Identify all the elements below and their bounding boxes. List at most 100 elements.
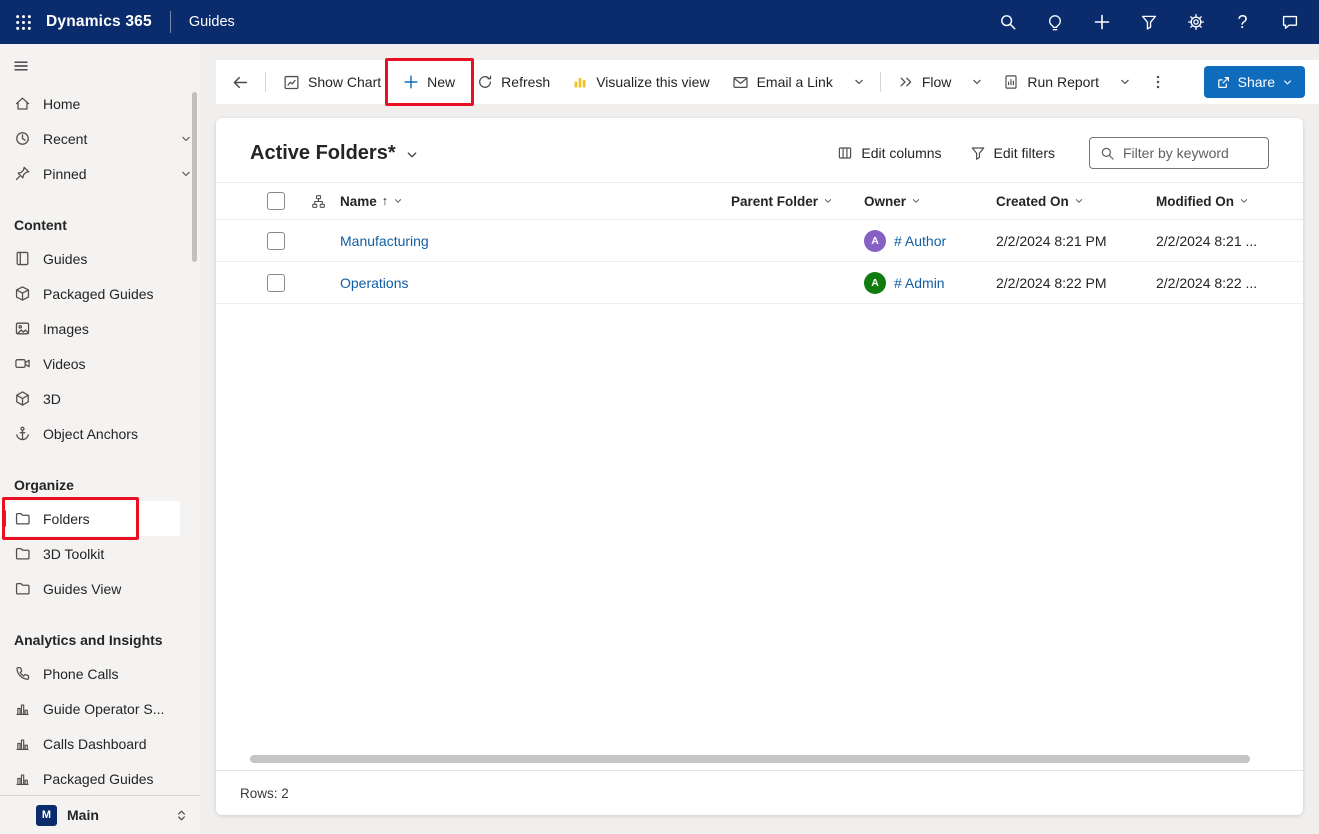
- search-icon: [999, 13, 1017, 31]
- view-selector[interactable]: Active Folders*: [250, 142, 419, 165]
- sidebar-item-3d-toolkit[interactable]: 3D Toolkit: [0, 536, 200, 571]
- collapse-sidebar-button[interactable]: [6, 52, 36, 80]
- table-row[interactable]: Manufacturing A # Author 2/2/2024 8:21 P…: [216, 220, 1303, 262]
- flow-button[interactable]: Flow: [888, 64, 962, 100]
- column-header-owner[interactable]: Owner: [864, 194, 996, 209]
- environment-picker[interactable]: M Main: [0, 795, 200, 834]
- bar-chart-icon: [14, 735, 31, 752]
- keyword-filter-input[interactable]: [1123, 145, 1258, 161]
- run-report-button[interactable]: Run Report: [993, 64, 1109, 100]
- edit-filters-button[interactable]: Edit filters: [970, 145, 1055, 161]
- filter-button[interactable]: [1125, 0, 1172, 44]
- email-link-label: Email a Link: [757, 74, 833, 90]
- chevron-down-icon: [823, 196, 833, 206]
- sidebar-item-guide-operator-sessions[interactable]: Guide Operator S...: [0, 691, 200, 726]
- guides-icon: [14, 250, 31, 267]
- horizontal-scrollbar-thumb[interactable]: [250, 755, 1250, 763]
- chevron-down-icon: [1282, 77, 1293, 88]
- edit-columns-button[interactable]: Edit columns: [837, 145, 941, 161]
- view-footer: Rows: 2: [216, 770, 1303, 815]
- record-link[interactable]: Manufacturing: [340, 233, 731, 249]
- folder-icon: [14, 545, 31, 562]
- owner-link[interactable]: # Author: [894, 233, 946, 249]
- feedback-button[interactable]: [1266, 0, 1313, 44]
- sidebar-item-3d[interactable]: 3D: [0, 381, 200, 416]
- cube-icon: [14, 390, 31, 407]
- sidebar-item-videos[interactable]: Videos: [0, 346, 200, 381]
- new-button[interactable]: New: [393, 64, 465, 100]
- package-box-icon: [14, 285, 31, 302]
- refresh-button[interactable]: Refresh: [467, 64, 560, 100]
- email-link-button[interactable]: Email a Link: [722, 64, 843, 100]
- search-button[interactable]: [984, 0, 1031, 44]
- funnel-icon: [970, 145, 986, 161]
- visualize-label: Visualize this view: [596, 74, 709, 90]
- view-header-actions: Edit columns Edit filters: [837, 137, 1269, 169]
- visualize-view-button[interactable]: Visualize this view: [562, 64, 719, 100]
- command-bar: Show Chart New Refresh Visualize this vi…: [216, 60, 1319, 104]
- modified-on-cell: 2/2/2024 8:22 ...: [1156, 275, 1303, 291]
- column-header-name[interactable]: Name ↑: [340, 194, 731, 209]
- lightbulb-icon: [1046, 13, 1064, 31]
- sidebar-item-guides-view[interactable]: Guides View: [0, 571, 200, 606]
- column-header-parent-folder[interactable]: Parent Folder: [731, 194, 864, 209]
- back-button[interactable]: [222, 64, 258, 100]
- sidebar-item-label: 3D Toolkit: [43, 546, 104, 562]
- app-name[interactable]: Dynamics 365: [46, 13, 152, 31]
- quick-create-button[interactable]: [1078, 0, 1125, 44]
- run-report-dropdown-button[interactable]: [1111, 64, 1139, 100]
- sidebar-item-calls-dashboard[interactable]: Calls Dashboard: [0, 726, 200, 761]
- row-checkbox[interactable]: [267, 274, 285, 292]
- main-content: Show Chart New Refresh Visualize this vi…: [200, 44, 1319, 834]
- funnel-icon: [1140, 13, 1158, 31]
- sidebar-item-packaged-guides-dashboard[interactable]: Packaged Guides: [0, 761, 200, 796]
- sidebar-item-pinned[interactable]: Pinned: [0, 156, 200, 191]
- sidebar-item-label: Packaged Guides: [43, 286, 154, 302]
- sidebar-scrollbar[interactable]: [192, 92, 197, 262]
- avatar: A: [864, 230, 886, 252]
- share-button[interactable]: Share: [1204, 66, 1305, 98]
- lightbulb-button[interactable]: [1031, 0, 1078, 44]
- show-chart-button[interactable]: Show Chart: [273, 64, 391, 100]
- sidebar-item-home[interactable]: Home: [0, 86, 200, 121]
- arrow-left-icon: [232, 74, 249, 91]
- sidebar-item-phone-calls[interactable]: Phone Calls: [0, 656, 200, 691]
- settings-button[interactable]: [1172, 0, 1219, 44]
- column-label: Created On: [996, 194, 1069, 209]
- power-bi-icon: [572, 74, 588, 90]
- select-all-checkbox[interactable]: [267, 192, 285, 210]
- sidebar-item-label: Recent: [43, 131, 87, 147]
- sidebar-item-object-anchors[interactable]: Object Anchors: [0, 416, 200, 451]
- column-header-created-on[interactable]: Created On: [996, 194, 1156, 209]
- sidebar-item-label: Folders: [43, 511, 90, 527]
- owner-link[interactable]: # Admin: [894, 275, 945, 291]
- sidebar-item-folders[interactable]: Folders: [0, 501, 180, 536]
- clock-icon: [14, 130, 31, 147]
- created-on-cell: 2/2/2024 8:21 PM: [996, 233, 1156, 249]
- sidebar-item-images[interactable]: Images: [0, 311, 200, 346]
- chevron-down-icon: [180, 168, 192, 180]
- sidebar-item-recent[interactable]: Recent: [0, 121, 200, 156]
- email-link-dropdown-button[interactable]: [845, 64, 873, 100]
- help-button[interactable]: ?: [1219, 0, 1266, 44]
- chevron-down-icon: [853, 76, 865, 88]
- sidebar-item-guides[interactable]: Guides: [0, 241, 200, 276]
- record-link[interactable]: Operations: [340, 275, 731, 291]
- chat-icon: [1281, 13, 1299, 31]
- bar-chart-icon: [14, 770, 31, 787]
- report-icon: [1003, 74, 1019, 90]
- envelope-icon: [732, 74, 749, 91]
- chevron-down-icon: [1239, 196, 1249, 206]
- more-commands-button[interactable]: [1141, 64, 1175, 100]
- flow-dropdown-button[interactable]: [963, 64, 991, 100]
- column-header-modified-on[interactable]: Modified On: [1156, 194, 1303, 209]
- chevron-down-icon: [1074, 196, 1084, 206]
- chevron-down-icon: [971, 76, 983, 88]
- app-launcher-button[interactable]: [0, 0, 46, 44]
- flow-icon: [898, 74, 914, 90]
- sidebar-item-label: Guides: [43, 251, 87, 267]
- table-row[interactable]: Operations A # Admin 2/2/2024 8:22 PM 2/…: [216, 262, 1303, 304]
- avatar: A: [864, 272, 886, 294]
- sidebar-item-packaged-guides[interactable]: Packaged Guides: [0, 276, 200, 311]
- row-checkbox[interactable]: [267, 232, 285, 250]
